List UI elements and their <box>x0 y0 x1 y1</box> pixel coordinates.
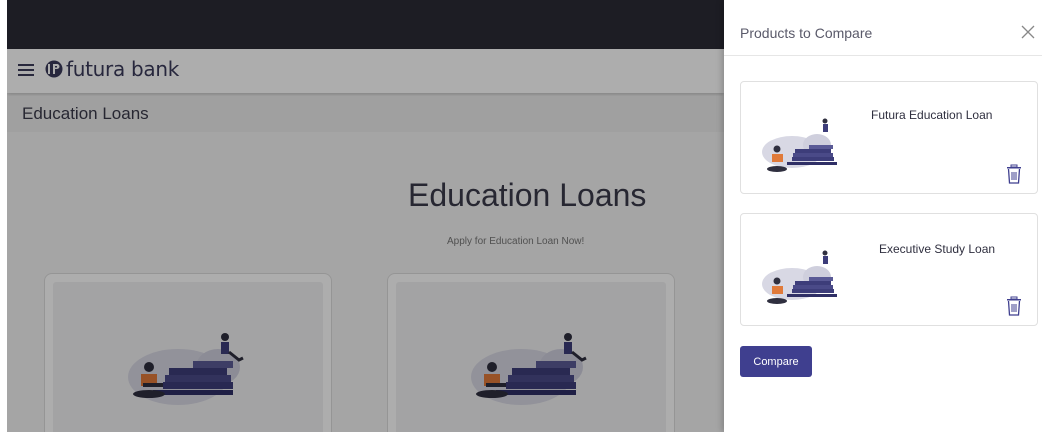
left-gutter <box>0 0 7 432</box>
close-icon[interactable] <box>1020 24 1036 40</box>
product-illustration <box>762 250 837 304</box>
compare-button[interactable]: Compare <box>740 346 812 377</box>
compare-product-name: Futura Education Loan <box>871 108 993 122</box>
compare-product-card: Futura Education Loan <box>740 81 1038 194</box>
compare-product-card: Executive Study Loan <box>740 213 1038 326</box>
trash-icon[interactable] <box>1005 164 1023 184</box>
compare-panel-title: Products to Compare <box>740 25 873 41</box>
app-background: futura bank Education Loans Education Lo… <box>7 0 724 432</box>
trash-icon[interactable] <box>1005 296 1023 316</box>
compare-product-name: Executive Study Loan <box>879 242 996 256</box>
modal-backdrop[interactable] <box>7 0 724 432</box>
compare-panel: Products to Compare Futura Education Loa… <box>724 0 1042 432</box>
product-illustration <box>762 118 837 172</box>
compare-panel-header: Products to Compare <box>724 0 1042 56</box>
